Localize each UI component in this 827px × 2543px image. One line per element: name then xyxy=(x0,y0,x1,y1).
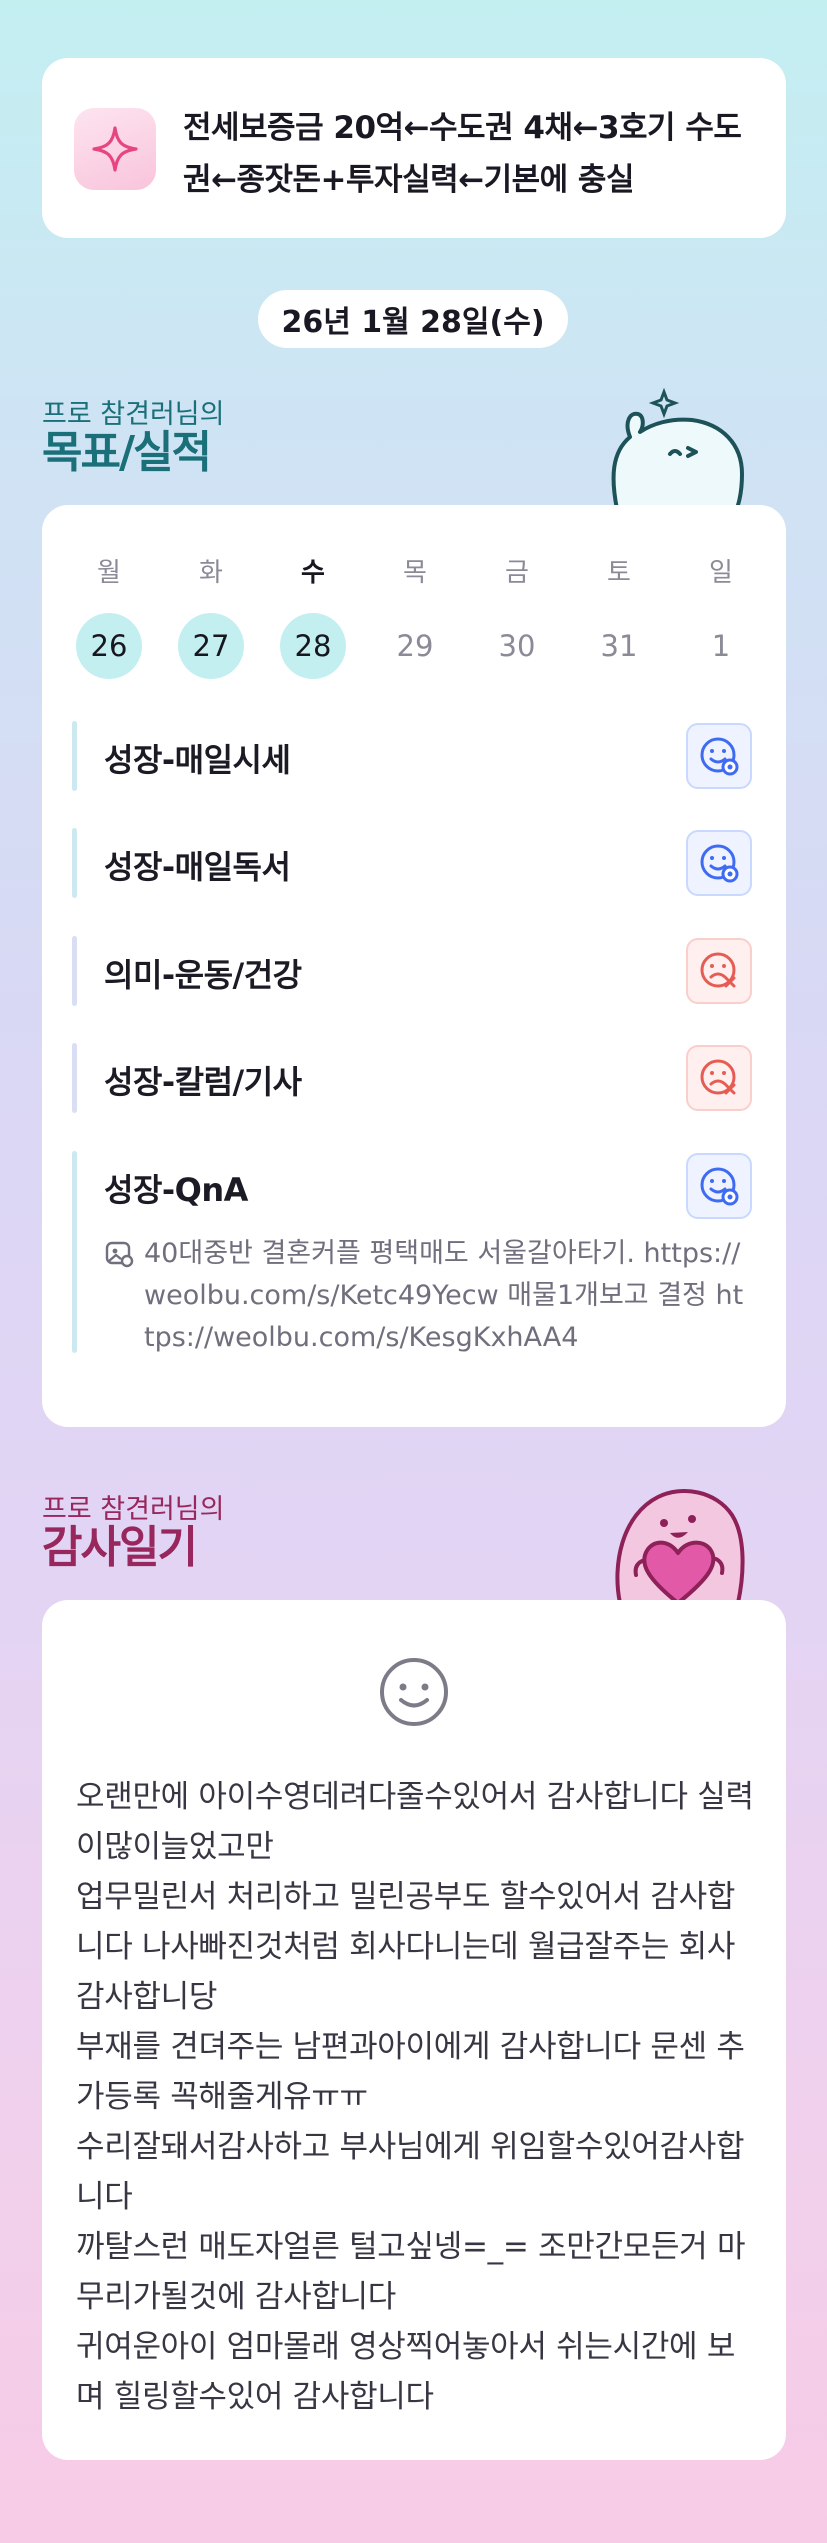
sad-x-icon[interactable] xyxy=(686,938,752,1004)
week-day-label: 수 xyxy=(301,558,325,588)
week-date: 27 xyxy=(178,613,244,679)
goal-label: 성장-매일독서 xyxy=(104,848,291,886)
goal-section-heading: 목표/실적 xyxy=(42,427,212,478)
sparkle-icon xyxy=(74,108,156,190)
goal-item[interactable]: 성장-매일시세 xyxy=(72,721,752,791)
note-image-icon xyxy=(104,1239,134,1282)
mascot-heart-illustration xyxy=(615,1489,745,1603)
week-date: 1 xyxy=(711,629,731,663)
motto-text: 전세보증금 20억←수도권 4채←3호기 수도권←종잣돈+투자실력←기본에 충실 xyxy=(183,110,742,198)
week-day-tue[interactable]: 화 27 xyxy=(178,553,244,679)
week-day-label: 금 xyxy=(505,558,529,588)
week-day-sun[interactable]: 일 1 xyxy=(688,553,754,679)
thanks-section-title: 프로 참견러님의 감사일기 xyxy=(42,1487,224,1570)
week-day-fri[interactable]: 금 30 xyxy=(484,553,550,679)
week-day-label: 일 xyxy=(709,558,733,588)
week-day-label: 토 xyxy=(607,558,631,588)
week-day-label: 목 xyxy=(403,558,427,588)
goal-section-subtitle: 프로 참견러님의 xyxy=(42,399,225,430)
goal-item[interactable]: 성장-QnA 40대중반 결혼커플 평택매도 서울갈아타기. https://w… xyxy=(72,1151,752,1353)
week-day-label: 월 xyxy=(97,558,121,588)
goal-accent-bar xyxy=(72,936,77,1006)
goal-accent-bar xyxy=(72,1151,77,1353)
thanks-section-subtitle: 프로 참견러님의 xyxy=(42,1494,225,1525)
week-day-sat[interactable]: 토 31 xyxy=(586,553,652,679)
goal-item[interactable]: 의미-운동/건강 xyxy=(72,936,752,1006)
smile-check-icon[interactable] xyxy=(686,1153,752,1219)
goal-note-text: 40대중반 결혼커플 평택매도 서울갈아타기. https://weolbu.c… xyxy=(144,1238,744,1353)
thanks-card: 오랜만에 아이수영데려다줄수있어서 감사합니다 실력이많이늘었고만 업무밀린서 … xyxy=(42,1600,786,2460)
week-day-thu[interactable]: 목 29 xyxy=(382,553,448,679)
goal-item[interactable]: 성장-매일독서 xyxy=(72,828,752,898)
goal-accent-bar xyxy=(72,1043,77,1113)
week-date: 31 xyxy=(600,629,638,663)
goal-label: 성장-QnA xyxy=(104,1171,248,1209)
goal-label: 성장-칼럼/기사 xyxy=(104,1063,302,1101)
week-date: 30 xyxy=(498,629,536,663)
goal-accent-bar xyxy=(72,828,77,898)
smile-check-icon[interactable] xyxy=(686,830,752,896)
goals-card: 월 26 화 27 수 28 목 29 금 30 토 31 일 1 성장-매일시… xyxy=(42,505,786,1427)
week-date: 29 xyxy=(396,629,434,663)
thanks-section-heading: 감사일기 xyxy=(42,1522,198,1573)
week-day-label: 화 xyxy=(199,558,223,588)
week-date: 26 xyxy=(76,613,142,679)
date-selector[interactable]: 26년 1월 28일(수) xyxy=(258,290,568,348)
week-day-mon[interactable]: 월 26 xyxy=(76,553,142,679)
goal-section-title: 프로 참견러님의 목표/실적 xyxy=(42,392,224,475)
goal-accent-bar xyxy=(72,721,77,791)
goal-label: 의미-운동/건강 xyxy=(104,956,302,994)
goal-note: 40대중반 결혼커플 평택매도 서울갈아타기. https://weolbu.c… xyxy=(104,1233,744,1359)
week-day-wed[interactable]: 수 28 xyxy=(280,553,346,679)
smile-check-icon[interactable] xyxy=(686,723,752,789)
week-date: 28 xyxy=(280,613,346,679)
smile-icon xyxy=(378,1656,450,1732)
thanks-diary-text: 오랜만에 아이수영데려다줄수있어서 감사합니다 실력이많이늘었고만 업무밀린서 … xyxy=(76,1779,754,2415)
goal-label: 성장-매일시세 xyxy=(104,741,291,779)
mascot-waving-illustration xyxy=(611,387,744,514)
goal-item[interactable]: 성장-칼럼/기사 xyxy=(72,1043,752,1113)
sad-x-icon[interactable] xyxy=(686,1045,752,1111)
